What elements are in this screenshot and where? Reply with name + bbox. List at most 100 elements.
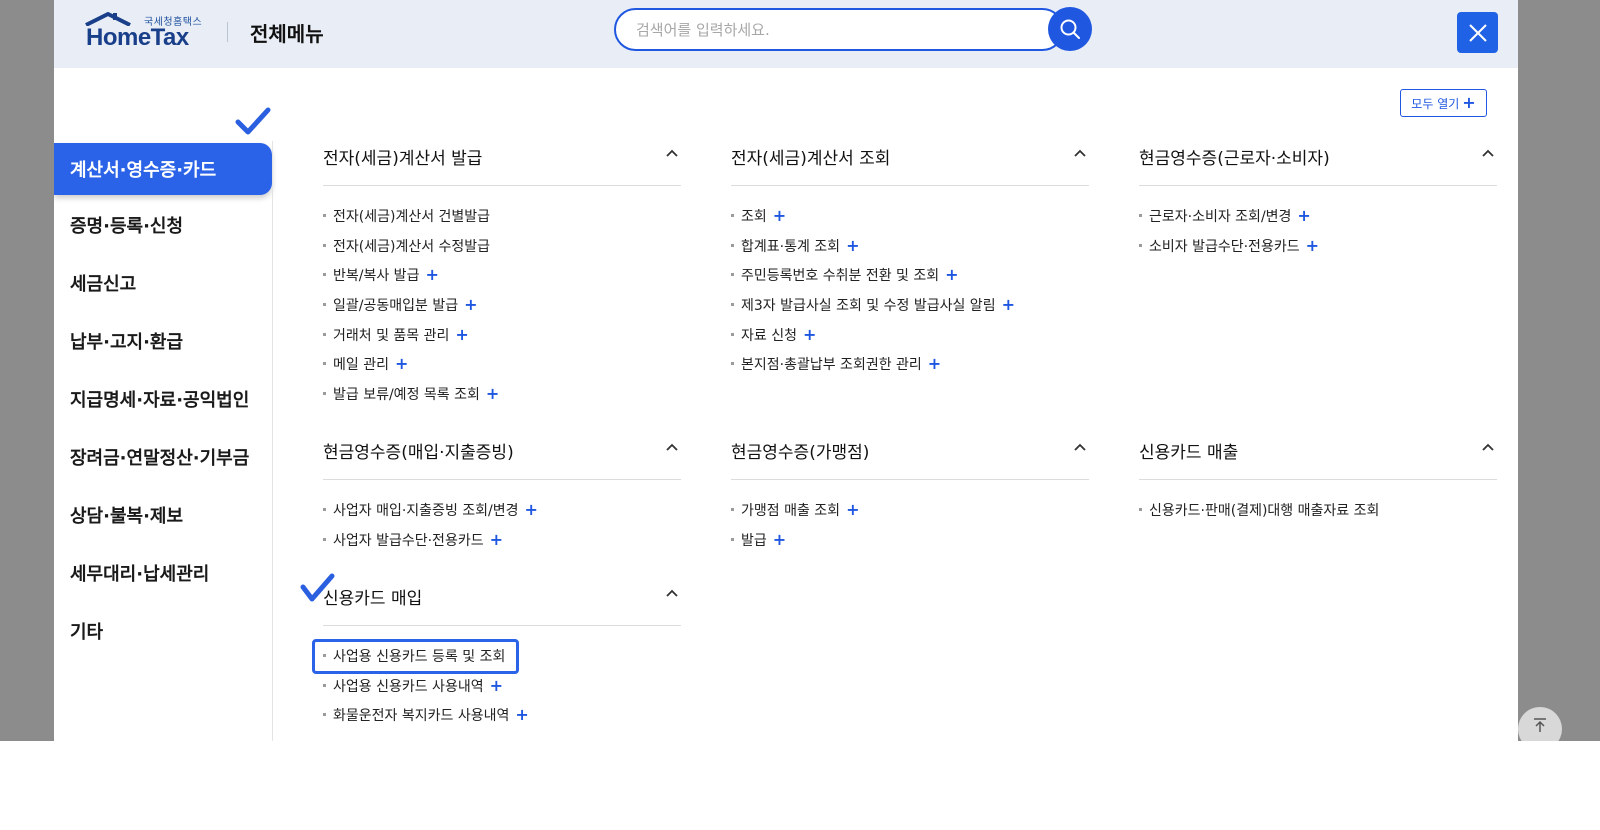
menu-link[interactable]: 제3자 발급사실 조회 및 수정 발급사실 알림 + xyxy=(731,295,1089,325)
expand-plus-icon[interactable]: + xyxy=(490,530,503,549)
menu-link-label: 발급 보류/예정 목록 조회 xyxy=(333,387,480,404)
expand-plus-icon[interactable]: + xyxy=(773,530,786,549)
menu-link[interactable]: 발급 + xyxy=(731,530,1089,560)
menu-link[interactable]: 반복/복사 발급 + xyxy=(323,265,681,295)
sidebar-item-label: 증명·등록·신청 xyxy=(70,216,184,237)
section-header[interactable]: 신용카드 매입 xyxy=(323,580,681,626)
section-title: 신용카드 매출 xyxy=(1139,443,1239,463)
search-box xyxy=(614,8,1064,51)
menu-section: 신용카드 매출 신용카드·판매(결제)대행 매출자료 조회 xyxy=(1139,434,1497,530)
sidebar-item-label: 계산서·영수증·카드 xyxy=(70,160,217,181)
menu-link-label: 사업자 매입·지출증빙 조회/변경 xyxy=(333,503,519,519)
search-button[interactable] xyxy=(1048,7,1092,51)
menu-link-label: 전자(세금)계산서 건별발급 xyxy=(333,209,491,225)
menu-section: 현금영수증(매입·지출증빙) 사업자 매입·지출증빙 조회/변경 + 사업자 발급… xyxy=(323,434,681,559)
expand-plus-icon[interactable]: + xyxy=(928,354,941,373)
menu-link[interactable]: 거래처 및 품목 관리 + xyxy=(323,325,681,355)
chevron-up-icon xyxy=(666,589,678,597)
sidebar-item-incentives[interactable]: 장려금·연말정산·기부금 xyxy=(54,431,272,483)
menu-link-label: 일괄/공동매입분 발급 xyxy=(333,298,459,315)
menu-link[interactable]: 주민등록번호 수취분 전환 및 조회 + xyxy=(731,265,1089,295)
menu-link[interactable]: 일괄/공동매입분 발급 + xyxy=(323,295,681,325)
search-input[interactable] xyxy=(636,19,1036,41)
expand-plus-icon[interactable]: + xyxy=(464,295,477,314)
page-title: 전체메뉴 xyxy=(250,22,324,46)
sidebar-item-certificates[interactable]: 증명·등록·신청 xyxy=(54,199,272,251)
section-header[interactable]: 신용카드 매출 xyxy=(1139,434,1497,480)
sidebar-divider xyxy=(272,141,273,741)
section-header[interactable]: 현금영수증(매입·지출증빙) xyxy=(323,434,681,480)
menu-link[interactable]: 사업자 발급수단·전용카드 + xyxy=(323,530,681,560)
modal-header: 국세청홈택스 HomeTax 전체메뉴 xyxy=(54,0,1518,68)
menu-link[interactable]: 조회 + xyxy=(731,206,1089,236)
menu-link-label: 사업용 신용카드 사용내역 xyxy=(333,678,484,695)
sidebar-item-etc[interactable]: 기타 xyxy=(54,605,272,657)
sidebar-item-label: 세무대리·납세관리 xyxy=(70,564,210,585)
open-all-button[interactable]: 모두 열기 + xyxy=(1400,89,1487,117)
menu-link-label: 화물운전자 복지카드 사용내역 xyxy=(333,708,510,725)
section-title: 전자(세금)계산서 조회 xyxy=(731,149,891,169)
menu-section: 현금영수증(가맹점) 가맹점 매출 조회 + 발급 + xyxy=(731,434,1089,559)
check-icon xyxy=(235,107,271,135)
menu-link[interactable]: 메일 관리 + xyxy=(323,354,681,384)
chevron-up-icon xyxy=(1482,149,1494,157)
menu-link[interactable]: 본지점·총괄납부 조회권한 관리 + xyxy=(731,354,1089,384)
scroll-top-button[interactable] xyxy=(1518,707,1562,741)
sidebar-item-statements[interactable]: 지급명세·자료·공익법인 xyxy=(54,373,272,425)
sidebar-item-receipts[interactable]: 계산서·영수증·카드 xyxy=(54,143,272,195)
section-title: 현금영수증(매입·지출증빙) xyxy=(323,443,514,463)
section-title: 현금영수증(근로자·소비자) xyxy=(1139,149,1330,169)
sidebar-item-agent[interactable]: 세무대리·납세관리 xyxy=(54,547,272,599)
expand-plus-icon[interactable]: + xyxy=(525,500,538,519)
expand-plus-icon[interactable]: + xyxy=(395,354,408,373)
expand-plus-icon[interactable]: + xyxy=(846,236,859,255)
all-menu-modal: 국세청홈택스 HomeTax 전체메뉴 모두 xyxy=(54,0,1518,741)
section-title: 현금영수증(가맹점) xyxy=(731,443,870,463)
menu-link-label: 전자(세금)계산서 수정발급 xyxy=(333,238,491,255)
menu-link[interactable]: 사업자 매입·지출증빙 조회/변경 + xyxy=(323,500,681,530)
expand-plus-icon[interactable]: + xyxy=(945,265,958,284)
sidebar-item-consultation[interactable]: 상담·불복·제보 xyxy=(54,489,272,541)
expand-plus-icon[interactable]: + xyxy=(1297,206,1310,225)
menu-link[interactable]: 근로자·소비자 조회/변경 + xyxy=(1139,206,1497,236)
section-header[interactable]: 현금영수증(근로자·소비자) xyxy=(1139,140,1497,186)
menu-link-label: 사업자 발급수단·전용카드 xyxy=(333,532,484,549)
section-header[interactable]: 전자(세금)계산서 조회 xyxy=(731,140,1089,186)
expand-plus-icon[interactable]: + xyxy=(455,325,468,344)
sidebar-item-payment[interactable]: 납부·고지·환급 xyxy=(54,315,272,367)
expand-plus-icon[interactable]: + xyxy=(773,206,786,225)
menu-link[interactable]: 가맹점 매출 조회 + xyxy=(731,500,1089,530)
menu-link-label: 거래처 및 품목 관리 xyxy=(333,327,450,344)
close-button[interactable] xyxy=(1457,12,1498,53)
expand-plus-icon[interactable]: + xyxy=(490,676,503,695)
menu-section: 전자(세금)계산서 조회 조회 + 합계표·통계 조회 + 주민등록번호 수취분 전… xyxy=(731,140,1089,384)
menu-link[interactable]: 사업용 신용카드 사용내역 + xyxy=(323,676,681,706)
expand-plus-icon[interactable]: + xyxy=(1306,236,1319,255)
section-header[interactable]: 전자(세금)계산서 발급 xyxy=(323,140,681,186)
menu-link[interactable]: 발급 보류/예정 목록 조회 + xyxy=(323,384,681,414)
expand-plus-icon[interactable]: + xyxy=(486,384,499,403)
open-all-label: 모두 열기 xyxy=(1411,96,1460,111)
chevron-up-icon xyxy=(1074,443,1086,451)
expand-plus-icon[interactable]: + xyxy=(803,325,816,344)
menu-section: 전자(세금)계산서 발급 전자(세금)계산서 건별발급 전자(세금)계산서 수정… xyxy=(323,140,681,414)
header-divider xyxy=(227,22,228,42)
menu-link[interactable]: 소비자 발급수단·전용카드 + xyxy=(1139,236,1497,266)
expand-plus-icon[interactable]: + xyxy=(846,500,859,519)
expand-plus-icon[interactable]: + xyxy=(515,705,528,724)
hometax-logo[interactable]: 국세청홈택스 HomeTax xyxy=(84,12,209,52)
expand-plus-icon[interactable]: + xyxy=(425,265,438,284)
menu-link[interactable]: 신용카드·판매(결제)대행 매출자료 조회 xyxy=(1139,500,1497,530)
menu-link[interactable]: 화물운전자 복지카드 사용내역 + xyxy=(323,705,681,735)
menu-link[interactable]: 자료 신청 + xyxy=(731,325,1089,355)
chevron-up-icon xyxy=(1074,149,1086,157)
expand-plus-icon[interactable]: + xyxy=(1002,295,1015,314)
search-icon xyxy=(1060,19,1080,39)
menu-link[interactable]: 전자(세금)계산서 건별발급 xyxy=(323,206,681,236)
sidebar-item-label: 상담·불복·제보 xyxy=(70,506,184,527)
menu-link[interactable]: 합계표·통계 조회 + xyxy=(731,236,1089,266)
sidebar-item-tax-return[interactable]: 세금신고 xyxy=(54,257,272,309)
section-header[interactable]: 현금영수증(가맹점) xyxy=(731,434,1089,480)
close-icon xyxy=(1468,23,1487,42)
menu-link[interactable]: 전자(세금)계산서 수정발급 xyxy=(323,236,681,266)
